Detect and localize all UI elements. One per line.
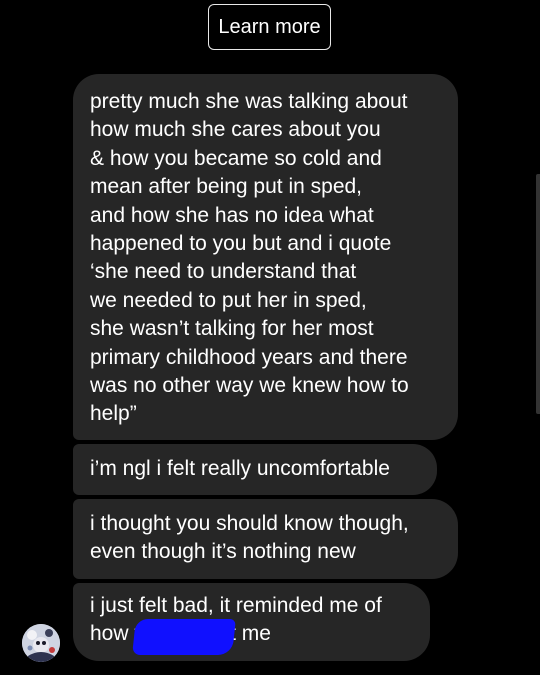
message-bubble[interactable]: i thought you should know though, even t… [73, 499, 458, 579]
redaction-scribble [132, 619, 236, 655]
avatar-icon[interactable] [22, 624, 60, 662]
learn-more-button[interactable]: Learn more [208, 4, 331, 50]
message-bubble[interactable]: i’m ngl i felt really uncomfortable [73, 444, 437, 495]
scrollbar[interactable] [536, 174, 540, 414]
avatar-image [22, 624, 60, 662]
message-bubble[interactable]: i just felt bad, it reminded me of how t… [73, 583, 430, 661]
message-bubble[interactable]: pretty much she was talking about how mu… [73, 74, 458, 440]
